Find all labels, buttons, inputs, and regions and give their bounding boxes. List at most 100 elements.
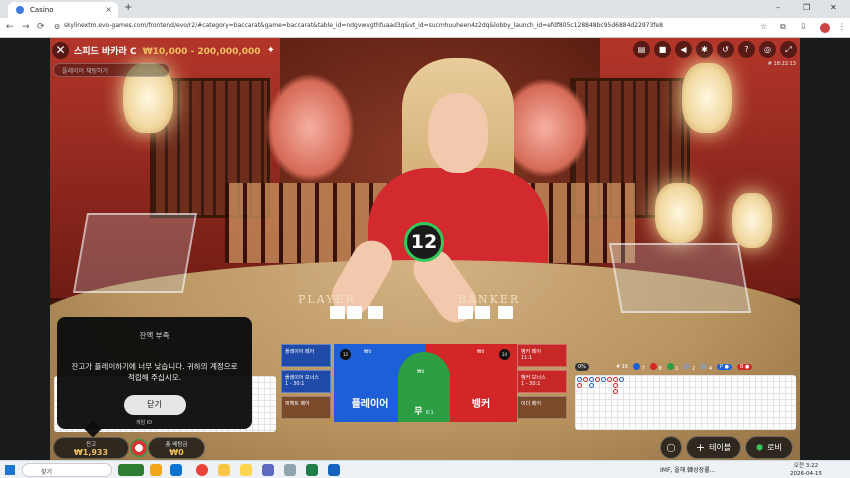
clock-date: 2026-04-15 xyxy=(790,471,822,477)
excel-icon[interactable] xyxy=(306,464,318,476)
discard-tray xyxy=(608,243,752,313)
player-pair-label: 플레이어 페어 xyxy=(285,349,315,355)
road-map-right[interactable] xyxy=(575,375,796,430)
forward-icon[interactable]: → xyxy=(22,22,30,32)
betting-timer: 12 xyxy=(404,222,444,262)
felt-player-label: PLAYER xyxy=(298,293,356,306)
chat-input[interactable]: 플레이어 채팅하기 xyxy=(53,63,170,77)
blossom-decoration xyxy=(265,73,355,183)
back-icon[interactable]: ← xyxy=(6,22,14,32)
player-pair-wins: 2 xyxy=(683,362,696,372)
card-shoe xyxy=(72,213,198,293)
site-info-icon[interactable]: ⚙ xyxy=(54,23,60,31)
history-icon[interactable]: ↺ xyxy=(717,41,734,58)
windows-start-icon[interactable] xyxy=(5,465,15,475)
banker-pair-bet[interactable]: 뱅커 페어 11:1 xyxy=(517,344,567,367)
casino-favicon-icon xyxy=(16,6,24,14)
either-pair-label: 이더 페어 xyxy=(521,401,541,407)
bookmark-star-icon[interactable]: ☆ xyxy=(760,22,767,31)
banker-ask-button[interactable]: B ● xyxy=(736,364,753,370)
banker-card xyxy=(475,306,490,319)
banker-wins: 8 xyxy=(649,362,662,372)
road-bead xyxy=(577,377,582,382)
player-wins: 7 xyxy=(633,362,645,372)
player-bonus-bet[interactable]: 플레이어 보너스 1 - 30:1 xyxy=(281,370,331,393)
game-id-note: 게임 ID xyxy=(136,420,153,426)
close-dialog-button[interactable]: 닫기 xyxy=(123,395,186,415)
widget-trees-icon[interactable] xyxy=(118,464,144,476)
browser-tab[interactable]: Casino × xyxy=(8,2,118,18)
banker-bonus-label: 뱅커 보너스 xyxy=(521,375,546,381)
chat-toggle-button[interactable]: ◯ xyxy=(660,436,682,459)
help-icon[interactable]: ? xyxy=(738,41,755,58)
profile-avatar[interactable] xyxy=(820,23,830,33)
either-pair-bet[interactable]: 이더 페어 xyxy=(517,396,567,419)
menu-icon[interactable]: ⋮ xyxy=(838,22,846,31)
chip-icon[interactable] xyxy=(130,439,148,457)
lobby-button[interactable]: ⬢ 로비 xyxy=(745,436,793,459)
app-icon[interactable] xyxy=(284,464,296,476)
new-tab-button[interactable]: + xyxy=(124,2,132,13)
game-lobby-icon[interactable]: ◎ xyxy=(759,41,776,58)
file-explorer-icon[interactable] xyxy=(150,464,162,476)
fullscreen-icon[interactable]: ⤢ xyxy=(780,41,797,58)
player-pair-bet[interactable]: 플레이어 페어 xyxy=(281,344,331,367)
game-title-text: 스피드 바카라 C xyxy=(74,46,137,57)
player-ask-button[interactable]: P ● xyxy=(717,364,732,370)
address-bar[interactable]: skylinextm.evo-games.com/frontend/evo/r2… xyxy=(64,22,663,29)
round-id: # 18:22:13 xyxy=(767,61,796,67)
dialog-title: 잔액 부족 xyxy=(139,331,170,340)
lobby-icon: ⬢ xyxy=(756,443,764,452)
road-bead xyxy=(589,377,594,382)
edge-icon[interactable] xyxy=(170,464,182,476)
mute-icon[interactable]: ◀ xyxy=(675,41,692,58)
folder-icon[interactable] xyxy=(218,464,230,476)
chat-bubble-icon: ◯ xyxy=(666,443,676,452)
downloads-icon[interactable]: ⇩ xyxy=(800,22,807,31)
insufficient-balance-dialog: 잔액 부족 잔고가 플레이하기에 너무 낮습니다. 귀하의 계정으로 적립해 주… xyxy=(57,317,252,438)
app-icon[interactable] xyxy=(240,464,252,476)
video-icon[interactable]: ■ xyxy=(654,41,671,58)
banker-stake: ₩0 xyxy=(477,350,485,355)
chrome-icon[interactable] xyxy=(196,464,208,476)
player-card xyxy=(330,306,345,319)
banker-card xyxy=(498,306,513,319)
road-bead xyxy=(583,377,588,382)
road-bead xyxy=(601,377,606,382)
tie-label-text: 무 xyxy=(414,407,423,417)
road-bead xyxy=(619,377,624,382)
dialog-message: 잔고가 플레이하기에 너무 낮습니다. 귀하의 계정으로 적립해 주십시오. xyxy=(71,362,238,382)
chat-icon[interactable]: ▤ xyxy=(633,41,650,58)
total-bet-display: 총 베팅금 ₩0 xyxy=(148,437,205,459)
maximize-button[interactable]: ❐ xyxy=(803,3,810,12)
taskbar-search[interactable]: 찾기 xyxy=(22,463,112,477)
tie-bet[interactable]: ₩0 무 8:1 xyxy=(398,352,450,422)
clock-time: 오전 3:22 xyxy=(793,463,819,469)
player-wins-count: 7 xyxy=(641,365,645,372)
banker-pair-wins: 4 xyxy=(700,362,712,372)
tables-button[interactable]: + 테이블 xyxy=(686,436,741,459)
player-bonus-label: 플레이어 보너스 xyxy=(285,375,319,381)
extensions-icon[interactable]: ⧉ xyxy=(780,22,786,32)
reload-icon[interactable]: ⟳ xyxy=(37,22,45,32)
banker-bonus-bet[interactable]: 뱅커 보너스 1 - 30:1 xyxy=(517,370,567,393)
balance-display[interactable]: 잔고 ₩1,933 xyxy=(53,437,129,459)
road-map-right-panel: 0% # 16 7 8 1 2 4 P ● B ● xyxy=(575,360,796,430)
road-bead xyxy=(613,383,618,388)
taskbar-search-text: 찾기 xyxy=(41,469,53,476)
system-clock[interactable]: 오전 3:22 2026-04-15 xyxy=(790,462,822,478)
stats-pct: 0% xyxy=(575,363,589,371)
window-close-button[interactable]: ✕ xyxy=(830,3,837,12)
pin-icon[interactable]: ✦ xyxy=(267,45,275,56)
word-icon[interactable] xyxy=(328,464,340,476)
lantern xyxy=(732,193,772,248)
close-game-icon[interactable]: ✕ xyxy=(52,41,69,59)
tab-close-icon[interactable]: × xyxy=(105,5,112,14)
app-icon[interactable] xyxy=(262,464,274,476)
minimize-button[interactable]: – xyxy=(776,3,780,12)
banker-wins-count: 8 xyxy=(658,365,662,372)
news-widget[interactable]: IMF, 올해 韓성장률... xyxy=(660,465,715,474)
windows-taskbar: 찾기 IMF, 올해 韓성장률... 오전 3:22 2026-04-15 xyxy=(0,460,850,478)
settings-icon[interactable]: ✱ xyxy=(696,41,713,58)
player-pair-count: 2 xyxy=(692,365,696,372)
